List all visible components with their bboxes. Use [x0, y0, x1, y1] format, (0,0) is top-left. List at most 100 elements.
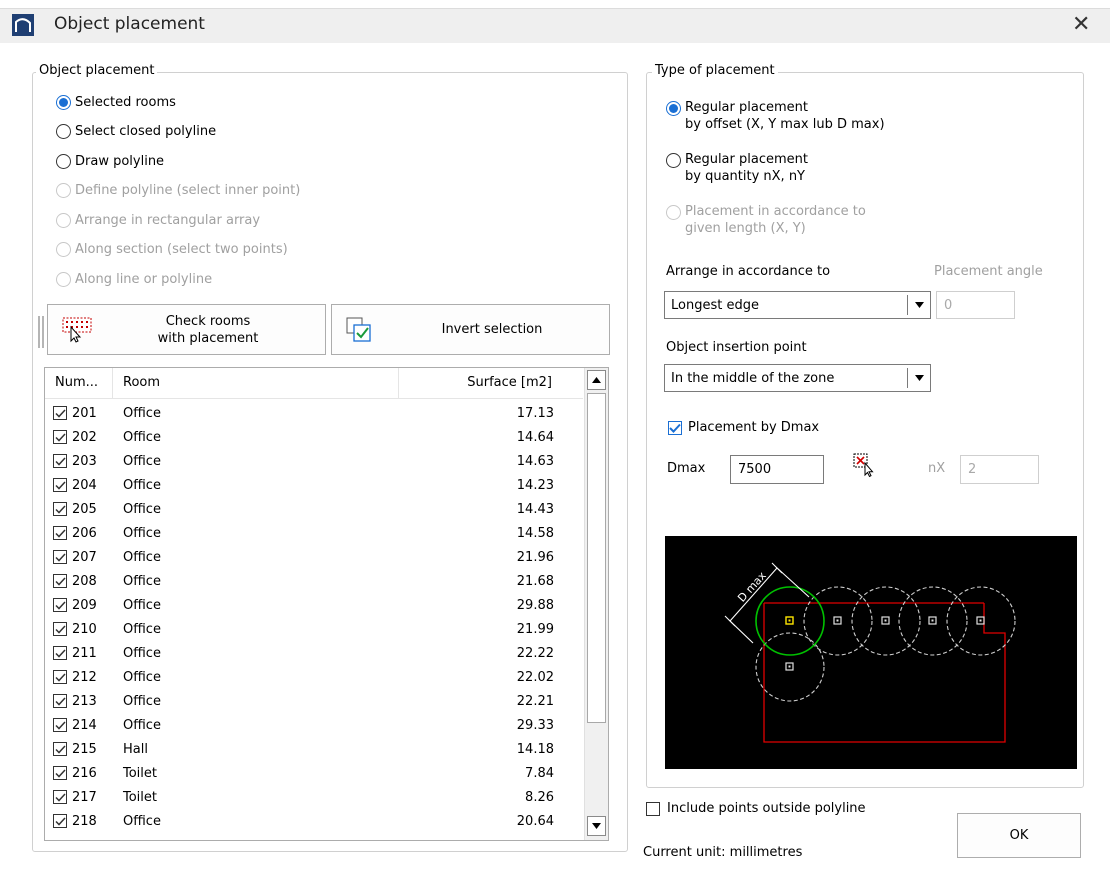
column-header-surface[interactable]: Surface [m2]: [399, 368, 583, 398]
room-name: Office: [123, 597, 161, 613]
placement-angle-input: 0: [936, 291, 1015, 319]
table-row[interactable]: 203 Office 14.63: [45, 449, 583, 473]
table-row[interactable]: 214 Office 29.33: [45, 713, 583, 737]
row-checkbox[interactable]: [53, 814, 67, 828]
table-row[interactable]: 216 Toilet 7.84: [45, 761, 583, 785]
dmax-checkbox-row[interactable]: Placement by Dmax: [668, 420, 819, 435]
radio-label-line2: given length (X, Y): [685, 221, 806, 236]
room-surface: 14.63: [516, 453, 554, 469]
radio-along-section: Along section (select two points): [56, 239, 386, 261]
room-number: 218: [72, 813, 97, 829]
radio-quantity[interactable]: Regular placement by quantity nX, nY: [666, 151, 986, 195]
arrange-select[interactable]: Longest edge: [664, 291, 931, 319]
row-checkbox[interactable]: [53, 718, 67, 732]
radio-selected-rooms[interactable]: Selected rooms: [56, 91, 386, 113]
row-checkbox[interactable]: [53, 478, 67, 492]
row-checkbox[interactable]: [53, 742, 67, 756]
radio-button[interactable]: [56, 94, 71, 110]
table-row[interactable]: 207 Office 21.96: [45, 545, 583, 569]
radio-label-line2: by quantity nX, nY: [685, 169, 805, 184]
include-outside-row[interactable]: Include points outside polyline: [646, 801, 866, 816]
scroll-down-button[interactable]: [587, 816, 606, 836]
insertion-point-select[interactable]: In the middle of the zone: [664, 364, 931, 392]
table-row[interactable]: 210 Office 21.99: [45, 617, 583, 641]
radio-label: Along section (select two points): [75, 242, 288, 257]
scroll-up-button[interactable]: [587, 370, 606, 390]
include-outside-checkbox[interactable]: [646, 801, 660, 816]
table-row[interactable]: 204 Office 14.23: [45, 473, 583, 497]
chevron-down-icon[interactable]: [907, 368, 930, 388]
table-row[interactable]: 211 Office 22.22: [45, 641, 583, 665]
insertion-label: Object insertion point: [666, 340, 807, 355]
dmax-checkbox-label: Placement by Dmax: [688, 420, 820, 435]
radio-select-closed-polyline[interactable]: Select closed polyline: [56, 121, 386, 143]
table-row[interactable]: 213 Office 22.21: [45, 689, 583, 713]
check-rooms-button[interactable]: Check rooms with placement: [47, 304, 326, 355]
table-row[interactable]: 202 Office 14.64: [45, 425, 583, 449]
room-name: Office: [123, 453, 161, 469]
close-icon[interactable]: ✕: [1072, 14, 1090, 36]
radio-draw-polyline[interactable]: Draw polyline: [56, 150, 386, 172]
room-name: Office: [123, 405, 161, 421]
radio-along-line: Along line or polyline: [56, 268, 386, 290]
radio-label-line1: Placement in accordance to: [685, 204, 866, 219]
table-row[interactable]: 212 Office 22.02: [45, 665, 583, 689]
dmax-checkbox[interactable]: [668, 420, 682, 435]
row-checkbox[interactable]: [53, 454, 67, 468]
pick-distance-icon[interactable]: [853, 452, 877, 482]
room-number: 201: [72, 405, 97, 421]
table-row[interactable]: 206 Office 14.58: [45, 521, 583, 545]
row-checkbox[interactable]: [53, 574, 67, 588]
row-checkbox[interactable]: [53, 790, 67, 804]
table-row[interactable]: 209 Office 29.88: [45, 593, 583, 617]
table-row[interactable]: 201 Office 17.13: [45, 401, 583, 425]
column-header-num[interactable]: Num...: [45, 368, 113, 398]
row-checkbox[interactable]: [53, 526, 67, 540]
room-surface: 17.13: [516, 405, 554, 421]
placement-angle-label: Placement angle: [934, 264, 1043, 279]
radio-button[interactable]: [56, 124, 71, 139]
room-surface: 29.88: [516, 597, 554, 613]
row-checkbox[interactable]: [53, 694, 67, 708]
invert-selection-button[interactable]: Invert selection: [331, 304, 610, 355]
rooms-table[interactable]: Num... Room Surface [m2] 201 Office 17.13 2…: [44, 367, 609, 841]
type-of-placement-group-label: Type of placement: [652, 63, 778, 78]
room-name: Office: [123, 501, 161, 517]
room-number: 215: [72, 741, 97, 757]
row-checkbox[interactable]: [53, 430, 67, 444]
table-row[interactable]: 205 Office 14.43: [45, 497, 583, 521]
room-name: Office: [123, 525, 161, 541]
room-number: 212: [72, 669, 97, 685]
ok-button[interactable]: OK: [957, 813, 1081, 858]
row-checkbox[interactable]: [53, 766, 67, 780]
radio-offset[interactable]: Regular placement by offset (X, Y max lu…: [666, 99, 986, 143]
column-header-room[interactable]: Room: [113, 368, 399, 398]
row-checkbox[interactable]: [53, 550, 67, 564]
room-surface: 14.23: [516, 477, 554, 493]
room-name: Office: [123, 429, 161, 445]
row-checkbox[interactable]: [53, 406, 67, 420]
room-surface: 29.33: [516, 717, 554, 733]
row-checkbox[interactable]: [53, 670, 67, 684]
row-checkbox[interactable]: [53, 598, 67, 612]
vertical-scrollbar[interactable]: [584, 368, 608, 840]
dmax-input[interactable]: 7500: [730, 455, 824, 484]
room-name: Office: [123, 669, 161, 685]
table-row[interactable]: 215 Hall 14.18: [45, 737, 583, 761]
row-checkbox[interactable]: [53, 502, 67, 516]
radio-button[interactable]: [666, 101, 681, 116]
scroll-thumb[interactable]: [587, 393, 606, 723]
radio-label-line2: by offset (X, Y max lub D max): [685, 117, 885, 132]
radio-button[interactable]: [56, 153, 71, 169]
chevron-down-icon[interactable]: [907, 295, 930, 315]
row-checkbox[interactable]: [53, 646, 67, 660]
row-checkbox[interactable]: [53, 622, 67, 636]
nx-label: nX: [928, 461, 946, 476]
arrange-label: Arrange in accordance to: [666, 264, 831, 279]
room-surface: 14.64: [516, 429, 554, 445]
room-name: Office: [123, 477, 161, 493]
table-row[interactable]: 208 Office 21.68: [45, 569, 583, 593]
table-row[interactable]: 218 Office 20.64: [45, 809, 583, 833]
radio-button[interactable]: [666, 153, 681, 168]
table-row[interactable]: 217 Toilet 8.26: [45, 785, 583, 809]
